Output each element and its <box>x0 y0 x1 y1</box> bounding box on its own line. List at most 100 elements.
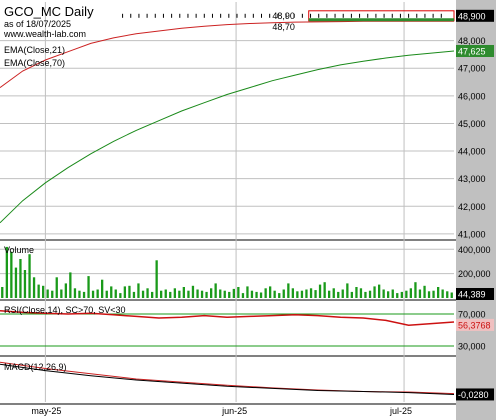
volume-bar <box>368 290 372 298</box>
volume-bar <box>355 287 358 298</box>
volume-bar <box>382 289 385 298</box>
volume-bar <box>387 291 390 298</box>
volume-bar <box>396 293 399 298</box>
price-tick-label: 47,000 <box>458 64 486 74</box>
volume-bar <box>96 289 99 298</box>
volume-last-label: 44,389 <box>458 290 486 300</box>
ema70-line <box>0 50 455 224</box>
ema70-legend: EMA(Close,70) <box>4 58 65 68</box>
volume-bar <box>328 290 331 298</box>
volume-bar <box>191 285 195 298</box>
volume-bar <box>110 286 113 298</box>
as-of-date: as of 18/07/2025 <box>4 19 71 29</box>
volume-bar <box>269 286 272 298</box>
volume-bar <box>87 276 90 298</box>
rsi-tick-label: 30,000 <box>458 342 486 352</box>
volume-bar <box>146 288 149 298</box>
volume-bar <box>164 289 167 298</box>
volume-bar <box>273 290 276 298</box>
volume-bar <box>69 272 72 298</box>
volume-bar <box>114 289 117 298</box>
volume-bar <box>305 289 308 298</box>
volume-bar <box>450 292 453 298</box>
volume-bar <box>205 291 208 298</box>
volume-bar <box>400 291 403 298</box>
volume-bar <box>282 289 285 298</box>
axis-layer: may-25 jun-25 jul-25 48,000 47,000 46,000 45,0… <box>4 9 494 416</box>
volume-bar <box>37 284 40 298</box>
ema21-legend: EMA(Close,21) <box>4 45 65 55</box>
volume-bar <box>341 289 344 298</box>
volume-bar <box>418 289 422 298</box>
volume-bar <box>141 290 145 298</box>
volume-bar <box>46 289 49 298</box>
volume-bar <box>250 290 254 298</box>
volume-bar <box>55 277 58 298</box>
site-url: www.wealth-lab.com <box>3 29 86 39</box>
volume-bar <box>64 283 67 298</box>
last-price-label: 48,900 <box>458 11 486 21</box>
volume-bar <box>219 289 222 298</box>
volume-bar <box>255 291 258 298</box>
volume-bar <box>241 293 245 298</box>
volume-bar <box>391 289 394 298</box>
volume-bar <box>278 293 281 298</box>
volume-bar <box>91 290 95 298</box>
volume-bar <box>414 282 417 298</box>
volume-bar <box>19 259 22 298</box>
x-tick-label: jul-25 <box>389 406 412 416</box>
volume-bar <box>359 288 363 298</box>
volume-bar <box>82 291 86 298</box>
volume-bar <box>137 283 140 298</box>
volume-bar <box>178 290 181 298</box>
volume-bar <box>337 291 340 298</box>
volume-bar <box>427 291 431 298</box>
volume-bar <box>210 288 213 298</box>
volume-bar <box>350 291 353 298</box>
chart-canvas: 48,9048,70 may-25 jun-25 jul-25 48,000 47,00… <box>0 0 496 420</box>
volume-bar <box>309 288 313 298</box>
ema70-last-label: 47,625 <box>458 46 486 56</box>
volume-bar <box>346 283 349 298</box>
price-tick-label: 48,000 <box>458 36 486 46</box>
volume-bar <box>28 254 31 298</box>
volume-bar <box>155 260 158 298</box>
macd-title: MACD(12,26,9) <box>4 362 67 372</box>
grid-layer <box>0 2 454 402</box>
volume-bar <box>405 290 408 298</box>
volume-bar <box>73 288 77 298</box>
volume-bar <box>1 287 4 298</box>
price-tick-label: 44,000 <box>458 147 486 157</box>
volume-bar <box>259 292 263 298</box>
volume-bar <box>314 290 317 298</box>
volume-bar <box>318 284 322 298</box>
volume-title: Volume <box>4 245 34 255</box>
volume-bar <box>78 290 81 298</box>
volume-bar <box>223 290 226 298</box>
volume-bar <box>378 284 381 298</box>
volume-bar <box>200 290 204 298</box>
rsi-last-label: 56,3768 <box>458 320 491 330</box>
volume-bar <box>123 286 126 298</box>
volume-tick-label: 200,000 <box>458 269 491 279</box>
macd-last-label: -0,0280 <box>458 390 489 400</box>
volume-bar <box>432 290 435 298</box>
price-tick-label: 43,000 <box>458 174 486 184</box>
volume-tick-label: 400,000 <box>458 245 491 255</box>
volume-bar <box>264 288 267 298</box>
ema21-value-label: 48,70 <box>272 22 295 32</box>
price-tick-label: 41,000 <box>458 229 486 239</box>
price-tick-label: 46,000 <box>458 91 486 101</box>
price-tick-label: 42,000 <box>458 202 486 212</box>
x-tick-label: may-25 <box>31 406 61 416</box>
volume-bar <box>14 267 18 298</box>
rsi-tick-label: 70,000 <box>458 310 486 320</box>
price-tick-label: 45,000 <box>458 119 486 129</box>
volume-bar <box>237 287 240 298</box>
volume-bar <box>373 286 376 298</box>
volume-bar <box>214 283 217 298</box>
volume-bar <box>423 285 426 298</box>
volume-bar <box>246 286 249 298</box>
volume-bar <box>128 285 131 298</box>
macd-line <box>0 363 455 395</box>
